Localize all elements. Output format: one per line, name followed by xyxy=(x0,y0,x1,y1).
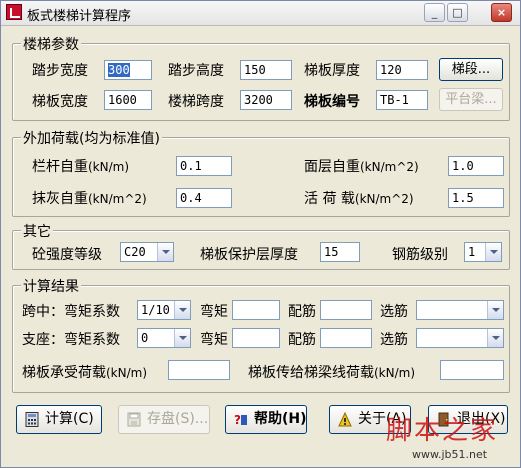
tread-width-label: 踏步宽度 xyxy=(32,63,88,79)
surface-weight-label: 面层自重(kN/m^2) xyxy=(304,159,419,175)
concrete-grade-label: 砼强度等级 xyxy=(32,247,102,263)
tread-width-input[interactable]: 300 xyxy=(104,60,152,80)
support-coef-select[interactable]: 0 xyxy=(137,328,191,348)
mid-coef-select[interactable]: 1/10 xyxy=(137,300,191,320)
concrete-grade-select[interactable]: C20 xyxy=(120,242,174,262)
chevron-down-icon[interactable] xyxy=(157,243,173,261)
slab-thickness-label: 梯板厚度 xyxy=(304,63,360,79)
app-window: 板式楼梯计算程序 _ □ × 楼梯参数 踏步宽度 300 踏步高度 150 梯板… xyxy=(0,0,521,468)
mid-coef-label: 跨中：弯矩系数 xyxy=(22,304,120,320)
live-load-label: 活 荷 载(kN/m^2) xyxy=(304,191,414,207)
cover-thickness-label: 梯板保护层厚度 xyxy=(200,247,298,263)
slab-load-output xyxy=(168,360,230,380)
save-label: 存盘(S)... xyxy=(147,411,209,427)
app-icon xyxy=(6,4,22,20)
mid-reinf-output xyxy=(320,300,372,320)
mid-select-label: 选筋 xyxy=(380,304,408,320)
extra-loads-title: 外加荷载(均为标准值) xyxy=(21,128,162,148)
mid-reinf-label: 配筋 xyxy=(288,304,316,320)
about-icon xyxy=(338,412,352,427)
chevron-down-icon[interactable] xyxy=(487,329,503,347)
landing-beam-button[interactable]: 平台梁... xyxy=(439,88,503,111)
save-icon xyxy=(127,412,141,427)
mid-moment-output xyxy=(232,300,280,320)
close-button[interactable]: × xyxy=(491,3,512,22)
beam-load-output xyxy=(440,360,504,380)
slab-thickness-input[interactable]: 120 xyxy=(376,60,428,80)
window-title: 板式楼梯计算程序 xyxy=(27,9,132,24)
help-label: 帮助(H) xyxy=(254,411,307,427)
watermark-url: www.jb51.net xyxy=(412,448,488,461)
railing-weight-label: 栏杆自重(kN/m) xyxy=(32,159,130,175)
minimize-button[interactable]: _ xyxy=(424,3,445,22)
calculator-icon xyxy=(25,412,39,427)
stair-span-label: 楼梯跨度 xyxy=(168,94,224,110)
support-rebar-select[interactable] xyxy=(416,328,504,348)
chevron-down-icon[interactable] xyxy=(174,329,190,347)
support-moment-label: 弯矩 xyxy=(200,332,228,348)
step-height-input[interactable]: 150 xyxy=(240,60,292,80)
plaster-weight-input[interactable]: 0.4 xyxy=(176,188,232,208)
plaster-weight-label: 抹灰自重(kN/m^2) xyxy=(32,191,147,207)
calculate-label: 计算(C) xyxy=(45,411,94,427)
slab-code-input[interactable]: TB-1 xyxy=(376,90,428,110)
surface-weight-input[interactable]: 1.0 xyxy=(448,156,504,176)
step-height-label: 踏步高度 xyxy=(168,63,224,79)
maximize-button[interactable]: □ xyxy=(447,3,468,22)
segment-button[interactable]: 梯段... xyxy=(439,58,503,81)
mid-rebar-select[interactable] xyxy=(416,300,504,320)
cover-thickness-input[interactable]: 15 xyxy=(320,242,360,262)
support-reinf-output xyxy=(320,328,372,348)
rebar-grade-select[interactable]: 1 xyxy=(464,242,502,262)
live-load-input[interactable]: 1.5 xyxy=(448,188,504,208)
beam-load-label: 梯板传给梯梁线荷载(kN/m) xyxy=(248,365,416,381)
mid-moment-label: 弯矩 xyxy=(200,304,228,320)
help-button[interactable]: ? 帮助(H) xyxy=(225,405,307,434)
title-bar[interactable]: 板式楼梯计算程序 _ □ × xyxy=(1,1,520,26)
chevron-down-icon[interactable] xyxy=(485,243,501,261)
slab-load-label: 梯板承受荷载(kN/m) xyxy=(22,365,148,381)
support-moment-output xyxy=(232,328,280,348)
calculate-button[interactable]: 计算(C) xyxy=(16,405,102,434)
other-title: 其它 xyxy=(21,221,53,241)
railing-weight-input[interactable]: 0.1 xyxy=(176,156,232,176)
support-reinf-label: 配筋 xyxy=(288,332,316,348)
slab-code-label: 梯板编号 xyxy=(304,94,360,110)
support-coef-label: 支座：弯矩系数 xyxy=(22,332,120,348)
slab-width-input[interactable]: 1600 xyxy=(104,90,152,110)
slab-width-label: 梯板宽度 xyxy=(32,94,88,110)
stair-params-title: 楼梯参数 xyxy=(21,34,81,54)
save-button[interactable]: 存盘(S)... xyxy=(118,405,210,434)
help-icon: ? xyxy=(234,413,247,427)
svg-text:?: ? xyxy=(234,413,241,427)
chevron-down-icon[interactable] xyxy=(174,301,190,319)
support-select-label: 选筋 xyxy=(380,332,408,348)
stair-span-input[interactable]: 3200 xyxy=(240,90,292,110)
rebar-grade-label: 钢筋级别 xyxy=(392,247,448,263)
chevron-down-icon[interactable] xyxy=(487,301,503,319)
results-title: 计算结果 xyxy=(21,276,81,296)
watermark-text: 脚本之家 xyxy=(386,416,499,446)
